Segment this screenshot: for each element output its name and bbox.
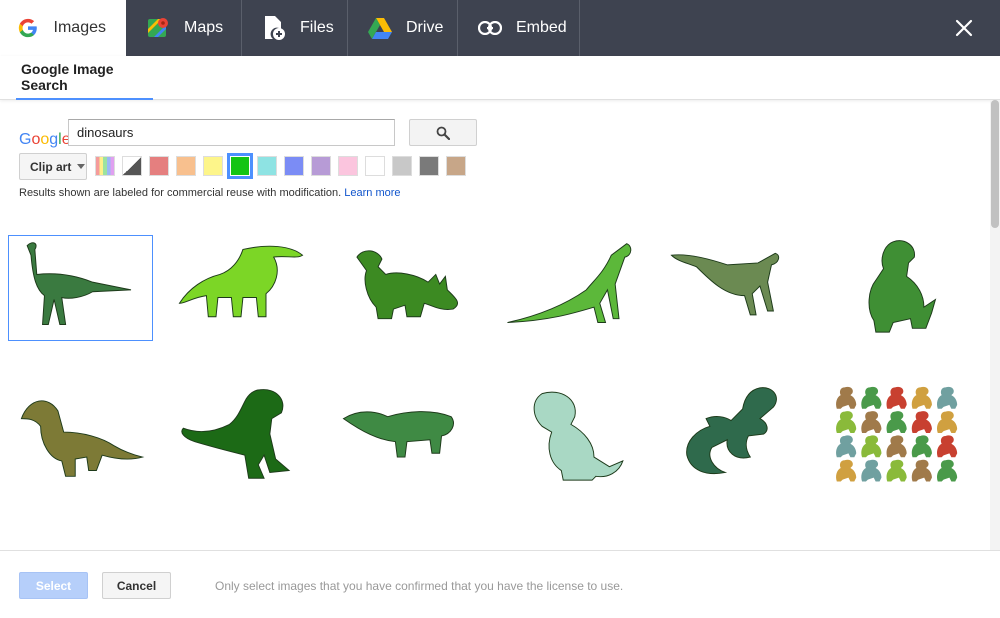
image-type-select[interactable]: Clip art — [19, 153, 87, 180]
tab-files[interactable]: Files — [242, 0, 348, 56]
color-swatch[interactable] — [419, 156, 439, 176]
image-result[interactable] — [660, 235, 805, 341]
color-swatch[interactable] — [338, 156, 358, 176]
image-type-label: Clip art — [30, 159, 72, 174]
file-add-icon — [262, 16, 286, 40]
maps-pin-icon — [146, 16, 170, 40]
license-warning: Only select images that you have confirm… — [215, 579, 624, 593]
tab-embed-label: Embed — [516, 19, 567, 36]
image-result[interactable] — [8, 235, 153, 341]
learn-more-link[interactable]: Learn more — [344, 187, 400, 199]
dinosaur-image — [501, 384, 637, 489]
image-result[interactable] — [824, 383, 969, 489]
image-result[interactable] — [660, 383, 805, 489]
color-swatch[interactable] — [446, 156, 466, 176]
image-result[interactable] — [168, 383, 313, 489]
tab-embed[interactable]: Embed — [458, 0, 580, 56]
dinosaur-image — [337, 236, 473, 341]
dinosaur-image — [13, 236, 149, 341]
image-result[interactable] — [496, 383, 641, 489]
color-swatch-row — [95, 153, 466, 179]
close-button[interactable] — [950, 14, 978, 42]
image-result[interactable] — [824, 235, 969, 341]
tab-images-label: Images — [53, 19, 106, 36]
image-result[interactable] — [496, 235, 641, 341]
tab-files-label: Files — [300, 19, 334, 36]
color-swatch[interactable] — [203, 156, 223, 176]
subtab-google-image-search[interactable]: Google Image Search — [16, 56, 153, 100]
license-notice: Results shown are labeled for commercial… — [19, 187, 401, 199]
color-swatch[interactable] — [257, 156, 277, 176]
link-icon — [478, 16, 502, 40]
color-swatch[interactable] — [392, 156, 412, 176]
google-logo: Google — [19, 131, 71, 149]
chevron-down-icon — [77, 164, 86, 169]
logo-letter: G — [19, 131, 32, 148]
top-tab-bar: Images Maps Files Drive Embed — [0, 0, 1000, 56]
dinosaur-image — [13, 384, 149, 489]
dinosaur-image — [337, 384, 473, 489]
close-icon — [955, 19, 973, 37]
tab-maps-label: Maps — [184, 19, 224, 36]
image-result[interactable] — [332, 383, 477, 489]
lizard-image — [665, 384, 801, 489]
tab-images[interactable]: Images — [0, 0, 126, 56]
search-icon — [436, 126, 450, 140]
search-input[interactable] — [68, 119, 395, 146]
dinosaur-image — [173, 236, 309, 341]
color-swatch[interactable] — [149, 156, 169, 176]
dinosaur-image — [829, 236, 965, 341]
image-result[interactable] — [168, 235, 313, 341]
tab-drive-label: Drive — [406, 19, 444, 36]
scrollbar-thumb[interactable] — [991, 100, 999, 228]
color-swatch[interactable] — [95, 156, 115, 176]
dinosaur-pattern-image — [831, 382, 963, 491]
cancel-button[interactable]: Cancel — [102, 572, 171, 599]
dinosaur-image — [665, 236, 801, 341]
logo-letter: g — [49, 131, 59, 148]
color-swatch[interactable] — [284, 156, 304, 176]
dinosaur-image — [501, 236, 637, 341]
license-notice-text: Results shown are labeled for commercial… — [19, 187, 342, 199]
google-g-icon — [16, 16, 40, 40]
color-swatch[interactable] — [365, 156, 385, 176]
subtab-bar: Google Image Search — [0, 56, 1000, 100]
tab-maps[interactable]: Maps — [126, 0, 242, 56]
drive-icon — [368, 16, 392, 40]
select-button[interactable]: Select — [19, 572, 88, 599]
image-result[interactable] — [8, 383, 153, 489]
search-button[interactable] — [409, 119, 477, 146]
dialog-footer: Select Cancel Only select images that yo… — [0, 550, 1000, 618]
dinosaur-image — [173, 384, 309, 489]
color-swatch[interactable] — [227, 153, 253, 179]
image-result[interactable] — [332, 235, 477, 341]
color-swatch[interactable] — [176, 156, 196, 176]
color-swatch[interactable] — [122, 156, 142, 176]
color-swatch[interactable] — [311, 156, 331, 176]
tab-drive[interactable]: Drive — [348, 0, 458, 56]
logo-letter: o — [40, 131, 50, 148]
